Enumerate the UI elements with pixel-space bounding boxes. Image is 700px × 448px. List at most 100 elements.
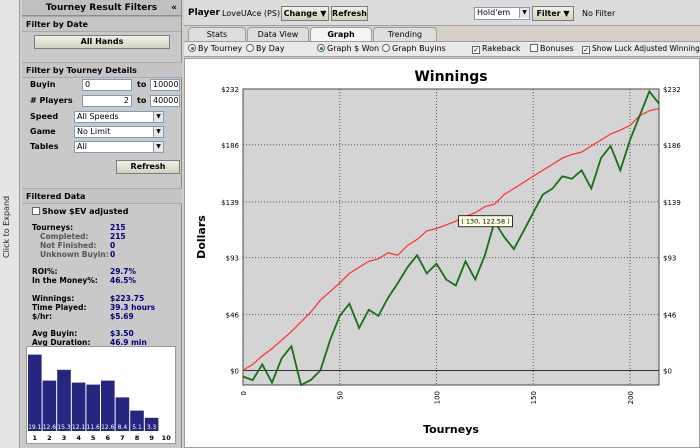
filtered-data-header: Filtered Data xyxy=(22,188,182,204)
filter-by-details-header: Filter by Tourney Details xyxy=(22,62,182,78)
filter-button[interactable]: Filter ▼ xyxy=(532,6,574,21)
histogram-place-label: 7 xyxy=(120,434,125,442)
tables-select[interactable]: All ▼ xyxy=(74,141,164,153)
tab-trending[interactable]: Trending xyxy=(373,27,437,41)
tab-graph[interactable]: Graph xyxy=(310,27,372,42)
tables-select-value: All xyxy=(77,142,87,151)
x-axis-label: Tourneys xyxy=(423,423,479,436)
plot-area xyxy=(242,88,660,386)
view-tabs: Stats Data View Graph Trending xyxy=(184,27,700,42)
buyin-label: Buyin xyxy=(30,80,56,89)
by-tourney-radio[interactable]: By Tourney xyxy=(188,44,242,53)
filter-status: No Filter xyxy=(582,9,616,18)
expand-strip[interactable]: Click to Expand xyxy=(0,0,20,448)
chevron-down-icon[interactable]: ▼ xyxy=(153,127,163,137)
filters-refresh-button[interactable]: Refresh xyxy=(116,160,180,174)
histogram-value-label: 11.6 xyxy=(87,424,101,431)
y-tick-label: $232 xyxy=(221,86,239,94)
radio-selected-icon[interactable] xyxy=(188,44,196,52)
rakeback-checkbox[interactable]: ✓ Rakeback xyxy=(472,44,521,54)
luck-adjusted-checkbox[interactable]: ✓ Show Luck Adjusted Winnings xyxy=(582,44,700,54)
graph-options-bar: By Tourney By Day Graph $ Won Graph Buyi… xyxy=(184,41,700,57)
players-max-input[interactable]: 40000 xyxy=(150,95,180,107)
filter-panel-title: Tourney Result Filters « xyxy=(22,0,181,16)
player-label: Player xyxy=(188,8,220,18)
bonuses-checkbox[interactable]: Bonuses xyxy=(530,44,574,53)
graph-won-radio[interactable]: Graph $ Won xyxy=(317,44,379,53)
game-select-value: No Limit xyxy=(77,127,111,136)
stat-value-roi: 29.7% xyxy=(110,267,137,276)
stat-value-unknown-buyin: 0 xyxy=(110,250,116,259)
y-tick-label-right: $139 xyxy=(663,199,681,207)
filter-panel-title-text: Tourney Result Filters xyxy=(45,3,158,13)
stat-label-not-finished: Not Finished: xyxy=(40,241,97,250)
histogram-place-label: 6 xyxy=(106,434,111,442)
by-day-radio[interactable]: By Day xyxy=(246,44,285,53)
graph-won-label: Graph $ Won xyxy=(327,44,380,53)
checkbox-checked-icon[interactable]: ✓ xyxy=(472,46,480,54)
players-label: # Players xyxy=(30,96,73,105)
tab-stats[interactable]: Stats xyxy=(188,27,246,41)
speed-select[interactable]: All Speeds ▼ xyxy=(74,111,164,123)
x-tick-label: 0 xyxy=(240,391,248,395)
histogram-value-label: 3.3 xyxy=(147,424,157,431)
chevron-down-icon: ▼ xyxy=(320,9,327,18)
top-toolbar: Player LoveUAce (PS) Change ▼ Refresh Ho… xyxy=(184,0,700,26)
y-tick-label-right: $186 xyxy=(663,142,681,150)
x-tick-label: 150 xyxy=(530,391,538,404)
histogram-place-label: 10 xyxy=(162,434,172,442)
collapse-icon[interactable]: « xyxy=(171,0,177,16)
show-sev-checkbox[interactable]: Show $EV adjusted xyxy=(32,207,128,216)
radio-icon[interactable] xyxy=(246,44,254,52)
tooltip-text: ( 130, 122.58 ) xyxy=(461,218,510,226)
graph-buyins-radio[interactable]: Graph Buyins xyxy=(382,44,446,53)
speed-label: Speed xyxy=(30,112,59,121)
players-min-input[interactable]: 2 xyxy=(82,95,132,107)
player-name: LoveUAce (PS) xyxy=(222,9,281,18)
stat-value-winnings: $223.75 xyxy=(110,294,145,303)
stat-value-tourneys: 215 xyxy=(110,223,126,232)
x-tick-label: 100 xyxy=(433,391,441,404)
y-tick-label-right: $0 xyxy=(663,367,672,375)
chevron-down-icon[interactable]: ▼ xyxy=(153,142,163,152)
checkbox-icon[interactable] xyxy=(32,207,40,215)
buyin-max-input[interactable]: 1000000 xyxy=(150,79,180,91)
graph-buyins-label: Graph Buyins xyxy=(392,44,446,53)
histogram-value-label: 12.1 xyxy=(72,424,86,431)
tab-data-view[interactable]: Data View xyxy=(247,27,309,41)
by-tourney-label: By Tourney xyxy=(198,44,243,53)
topbar-refresh-button[interactable]: Refresh xyxy=(331,6,368,21)
stat-value-itm: 46.5% xyxy=(110,276,137,285)
checkbox-icon[interactable] xyxy=(530,44,538,52)
histogram-bar xyxy=(28,354,42,431)
rakeback-label: Rakeback xyxy=(482,44,521,53)
histogram-bar xyxy=(57,369,71,431)
change-button-label: Change xyxy=(283,9,318,18)
buyin-min-input[interactable]: 0 xyxy=(82,79,132,91)
game-select[interactable]: No Limit ▼ xyxy=(74,126,164,138)
finish-place-histogram: 19.1 1 12.6 2 15.3 3 12.1 4 11.6 5 12.6 6 8.4 7 5.1 8 3.… xyxy=(26,346,176,444)
stat-label-tourneys: Tourneys: xyxy=(32,223,74,232)
stat-label-time-played: Time Played: xyxy=(32,303,87,312)
winnings-chart-svg: Winnings $0 $0 $46 $46 $93 $93 $139 $139 $186 $186… xyxy=(195,69,681,436)
chevron-down-icon[interactable]: ▼ xyxy=(519,8,529,18)
game-type-select[interactable]: Hold'em ▼ xyxy=(474,7,530,20)
radio-icon[interactable] xyxy=(382,44,390,52)
chevron-down-icon[interactable]: ▼ xyxy=(153,112,163,122)
radio-selected-icon[interactable] xyxy=(317,44,325,52)
y-tick-label: $93 xyxy=(226,255,239,263)
stat-label-avg-buyin: Avg Buyin: xyxy=(32,329,78,338)
histogram-value-label: 8.4 xyxy=(118,424,128,431)
histogram-place-label: 5 xyxy=(91,434,96,442)
game-label: Game xyxy=(30,127,56,136)
histogram-value-label: 19.1 xyxy=(28,424,42,431)
all-hands-button[interactable]: All Hands xyxy=(34,35,170,49)
histogram-place-label: 9 xyxy=(149,434,154,442)
expand-strip-label[interactable]: Click to Expand xyxy=(2,196,11,258)
speed-select-value: All Speeds xyxy=(77,112,119,121)
checkbox-checked-icon[interactable]: ✓ xyxy=(582,46,590,54)
change-player-button[interactable]: Change ▼ xyxy=(281,6,329,21)
stat-value-completed: 215 xyxy=(110,232,126,241)
stat-value-avg-buyin: $3.50 xyxy=(110,329,134,338)
chevron-down-icon: ▼ xyxy=(563,9,570,18)
